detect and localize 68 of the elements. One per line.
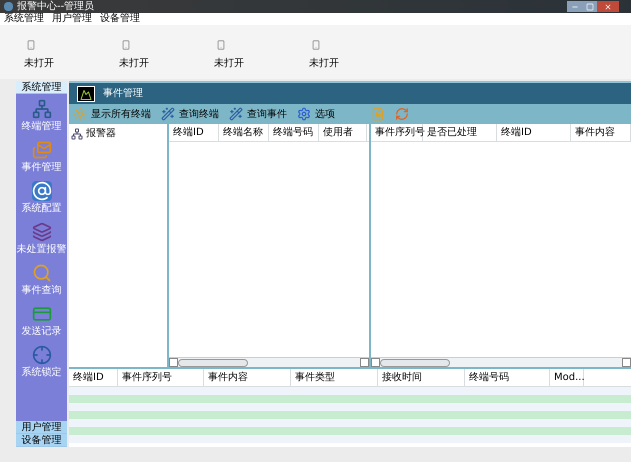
column-header[interactable]: 终端ID	[497, 124, 571, 141]
column-header[interactable]: 事件内容	[571, 124, 631, 141]
tree-node[interactable]: 报警器	[86, 126, 116, 141]
device-icon	[26, 40, 36, 50]
panel-title: 事件管理	[103, 86, 143, 101]
column-header[interactable]: 终端ID	[169, 124, 219, 141]
scrollbar-thumb[interactable]	[380, 358, 450, 366]
sidebar-item[interactable]: 事件查询	[22, 285, 62, 296]
layers-icon	[32, 222, 52, 242]
toolbar-button[interactable]: 显示所有终端	[73, 106, 151, 122]
column-header[interactable]: 终端名称	[219, 124, 269, 141]
column-header[interactable]: 事件内容	[204, 369, 291, 386]
close-button[interactable]	[597, 1, 619, 12]
column-header[interactable]: 是否已处理	[423, 124, 497, 141]
scroll-right-button[interactable]	[360, 358, 369, 367]
column-header[interactable]: 终端号码	[269, 124, 319, 141]
device-status: 未打开	[309, 58, 339, 69]
device-status: 未打开	[119, 58, 149, 69]
window-title: 报警中心--管理员	[17, 0, 94, 12]
column-header[interactable]: Mod...	[550, 369, 584, 386]
scroll-right-button[interactable]	[622, 358, 631, 367]
scrollbar-thumb[interactable]	[178, 358, 248, 366]
sidebar-item[interactable]: 终端管理	[22, 121, 62, 132]
maximize-button[interactable]	[583, 1, 597, 12]
sidebar-item[interactable]: 未处置报警	[16, 244, 66, 255]
at-sign-icon	[32, 181, 52, 201]
device-status: 未打开	[214, 58, 244, 69]
sidebar-section-header[interactable]: 系统管理	[16, 81, 67, 94]
column-header[interactable]: 终端号码	[465, 369, 550, 386]
scroll-left-button[interactable]	[169, 358, 178, 367]
toolbar-button[interactable]: 选项	[297, 106, 335, 122]
network-icon	[32, 99, 52, 119]
sidebar-item[interactable]: 系统锁定	[22, 367, 62, 378]
close-icon	[604, 2, 612, 10]
sidebar-item[interactable]: 事件管理	[22, 162, 62, 173]
column-header[interactable]: 终端ID	[69, 369, 118, 386]
refresh-button[interactable]	[395, 107, 409, 121]
app-icon	[4, 2, 13, 11]
device-icon	[121, 40, 131, 50]
column-header[interactable]: 使用者	[319, 124, 367, 141]
settings-icon	[297, 107, 311, 121]
search-icon	[32, 263, 52, 283]
wand-icon	[161, 107, 175, 121]
sidebar-section-header[interactable]: 用户管理	[16, 421, 67, 434]
device-icon	[216, 40, 226, 50]
toolbar-button[interactable]: 查询终端	[161, 106, 219, 122]
sidebar-item[interactable]: 系统配置	[22, 203, 62, 214]
toolbar-button[interactable]: 查询事件	[229, 106, 287, 122]
envelopes-icon	[32, 140, 52, 160]
column-header[interactable]: 接收时间	[378, 369, 465, 386]
chart-icon	[77, 86, 95, 102]
device-status: 未打开	[24, 58, 54, 69]
maximize-icon	[586, 2, 594, 10]
column-header[interactable]: 事件类型	[291, 369, 378, 386]
sun-icon	[73, 107, 87, 121]
device-icon	[311, 40, 321, 50]
target-icon	[32, 345, 52, 365]
sidebar-item[interactable]: 发送记录	[22, 326, 62, 337]
menu-item[interactable]: 系统管理	[4, 13, 44, 25]
sidebar-section-header[interactable]: 设备管理	[16, 434, 67, 447]
column-header[interactable]: 事件序列号	[371, 124, 423, 141]
menu-item[interactable]: 设备管理	[100, 13, 140, 25]
tree-node-icon	[71, 128, 83, 140]
minimize-button[interactable]	[567, 1, 583, 12]
column-header[interactable]: 事件序列号	[118, 369, 204, 386]
scroll-left-button[interactable]	[371, 358, 380, 367]
menu-item[interactable]: 用户管理	[52, 13, 92, 25]
wand-icon	[229, 107, 243, 121]
